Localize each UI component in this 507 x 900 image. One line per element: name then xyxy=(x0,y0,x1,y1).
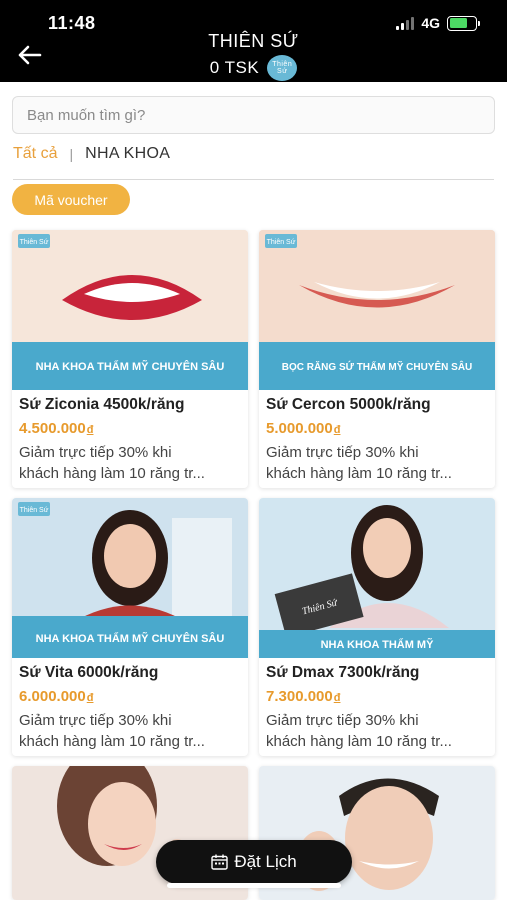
book-appointment-button[interactable]: Đặt Lịch xyxy=(156,840,352,884)
product-image: Thiên Sứ NHA KHOA THẨM MỸ xyxy=(259,498,495,658)
home-indicator xyxy=(167,883,341,888)
breadcrumb: Tất cả | NHA KHOA xyxy=(13,145,170,163)
product-card[interactable]: Thiên Sứ BỌC RĂNG SỨ THẨM MỸ CHUYÊN SÂU … xyxy=(259,230,495,488)
product-price: 4.500.000đ xyxy=(19,420,94,437)
banner-text: BỌC RĂNG SỨ THẨM MỸ CHUYÊN SÂU xyxy=(282,360,473,373)
signal-icon xyxy=(396,16,415,30)
product-description: Giảm trực tiếp 30% khi khách hàng làm 10… xyxy=(266,712,452,750)
breadcrumb-all[interactable]: Tất cả xyxy=(13,145,57,163)
coin-icon: Thiên Sứ xyxy=(267,55,298,81)
product-price: 6.000.000đ xyxy=(19,688,94,705)
product-name: Sứ Ziconia 4500k/răng xyxy=(19,396,185,413)
banner-text: NHA KHOA THẨM MỸ CHUYÊN SÂU xyxy=(36,632,225,645)
battery-icon xyxy=(447,15,480,31)
product-description: Giảm trực tiếp 30% khi khách hàng làm 10… xyxy=(266,444,452,482)
product-image: Thiên Sứ NHA KHOA THẨM MỸ CHUYÊN SÂU xyxy=(12,498,248,658)
product-name: Sứ Vita 6000k/răng xyxy=(19,664,159,681)
product-card[interactable]: Thiên Sứ NHA KHOA THẨM MỸ CHUYÊN SÂU Sứ … xyxy=(12,498,248,756)
app-header: 11:48 4G THIÊN SỨ 0 TSK Thiên Sứ xyxy=(0,0,507,82)
product-price: 7.300.000đ xyxy=(266,688,341,705)
product-name: Sứ Cercon 5000k/răng xyxy=(266,396,431,413)
banner-text: NHA KHOA THẨM MỸ xyxy=(321,638,435,651)
product-image: Thiên Sứ BỌC RĂNG SỨ THẨM MỸ CHUYÊN SÂU xyxy=(259,230,495,390)
page-title: THIÊN SỨ xyxy=(208,31,299,51)
brand-logo: Thiên Sứ xyxy=(20,507,49,514)
product-description: Giảm trực tiếp 30% khi khách hàng làm 10… xyxy=(19,444,205,482)
product-description: Giảm trực tiếp 30% khi khách hàng làm 10… xyxy=(19,712,205,750)
product-card[interactable]: Thiên Sứ NHA KHOA THẨM MỸ CHUYÊN SÂU Sứ … xyxy=(12,230,248,488)
voucher-button[interactable]: Mã voucher xyxy=(12,184,130,215)
status-indicators: 4G xyxy=(396,15,480,31)
calendar-icon xyxy=(211,854,229,870)
divider xyxy=(13,179,494,180)
product-card[interactable]: Thiên Sứ NHA KHOA THẨM MỸ Sứ Dmax 7300k/… xyxy=(259,498,495,756)
breadcrumb-current: NHA KHOA xyxy=(85,145,171,162)
brand-logo: Thiên Sứ xyxy=(20,239,49,246)
search-input[interactable] xyxy=(12,96,495,134)
network-label: 4G xyxy=(421,15,440,31)
brand-logo: Thiên Sứ xyxy=(267,239,296,246)
banner-text: NHA KHOA THẨM MỸ CHUYÊN SÂU xyxy=(36,360,225,373)
product-price: 5.000.000đ xyxy=(266,420,341,437)
product-name: Sứ Dmax 7300k/răng xyxy=(266,664,420,681)
book-button-label: Đặt Lịch xyxy=(234,852,297,871)
breadcrumb-separator: | xyxy=(69,146,74,162)
balance-value: 0 TSK xyxy=(209,58,260,77)
product-image: Thiên Sứ NHA KHOA THẨM MỸ CHUYÊN SÂU xyxy=(12,230,248,390)
token-balance: 0 TSK Thiên Sứ xyxy=(0,55,507,81)
